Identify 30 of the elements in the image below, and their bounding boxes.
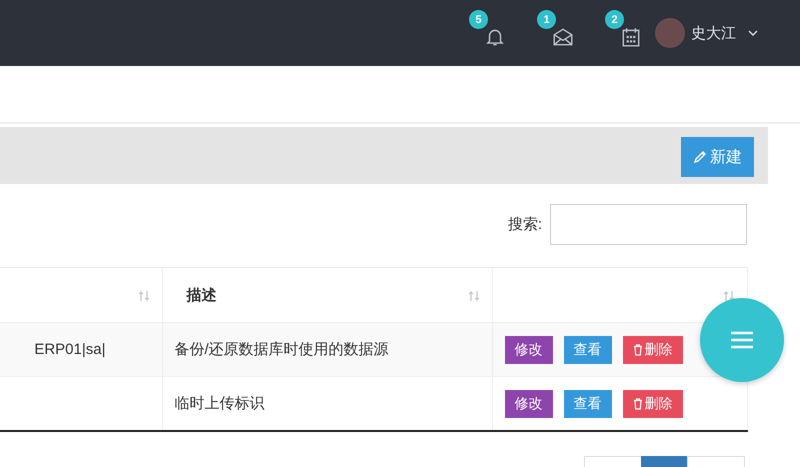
notification-button[interactable]: 2 bbox=[605, 10, 642, 48]
search-label: 搜索: bbox=[508, 215, 542, 234]
notification-count-badge: 5 bbox=[469, 10, 488, 29]
notification-button[interactable]: 5 bbox=[469, 10, 506, 48]
notification-button[interactable]: 1 bbox=[537, 10, 574, 48]
pencil-icon bbox=[693, 150, 707, 164]
user-menu[interactable]: 史大江 bbox=[655, 18, 758, 48]
column-header[interactable]: 描述 bbox=[162, 268, 492, 322]
avatar bbox=[655, 18, 685, 48]
menu-icon bbox=[731, 331, 753, 349]
edit-button[interactable]: 修改 bbox=[504, 336, 552, 364]
column-title: 描述 bbox=[186, 286, 216, 304]
caret-icon bbox=[748, 30, 758, 36]
notification-count-badge: 2 bbox=[605, 10, 624, 29]
trash-icon bbox=[632, 398, 642, 410]
table-cell: 临时上传标识 bbox=[174, 395, 264, 412]
table-cell: ERP01|sa| bbox=[34, 341, 106, 358]
table-cell: 备份/还原数据库时使用的数据源 bbox=[174, 341, 389, 358]
search-field[interactable] bbox=[550, 204, 747, 245]
calendar-icon bbox=[620, 26, 642, 48]
envelope-icon bbox=[552, 26, 574, 48]
new-button[interactable]: 新建 bbox=[681, 137, 754, 177]
view-button[interactable]: 查看 bbox=[564, 390, 612, 418]
view-button[interactable]: 查看 bbox=[564, 336, 612, 364]
notification-count-badge: 1 bbox=[537, 10, 556, 29]
trash-icon bbox=[632, 344, 642, 356]
delete-button[interactable]: 删除 bbox=[622, 390, 682, 418]
edit-button[interactable]: 修改 bbox=[504, 390, 552, 418]
delete-button[interactable]: 删除 bbox=[622, 336, 682, 364]
menu-button[interactable] bbox=[700, 298, 784, 382]
